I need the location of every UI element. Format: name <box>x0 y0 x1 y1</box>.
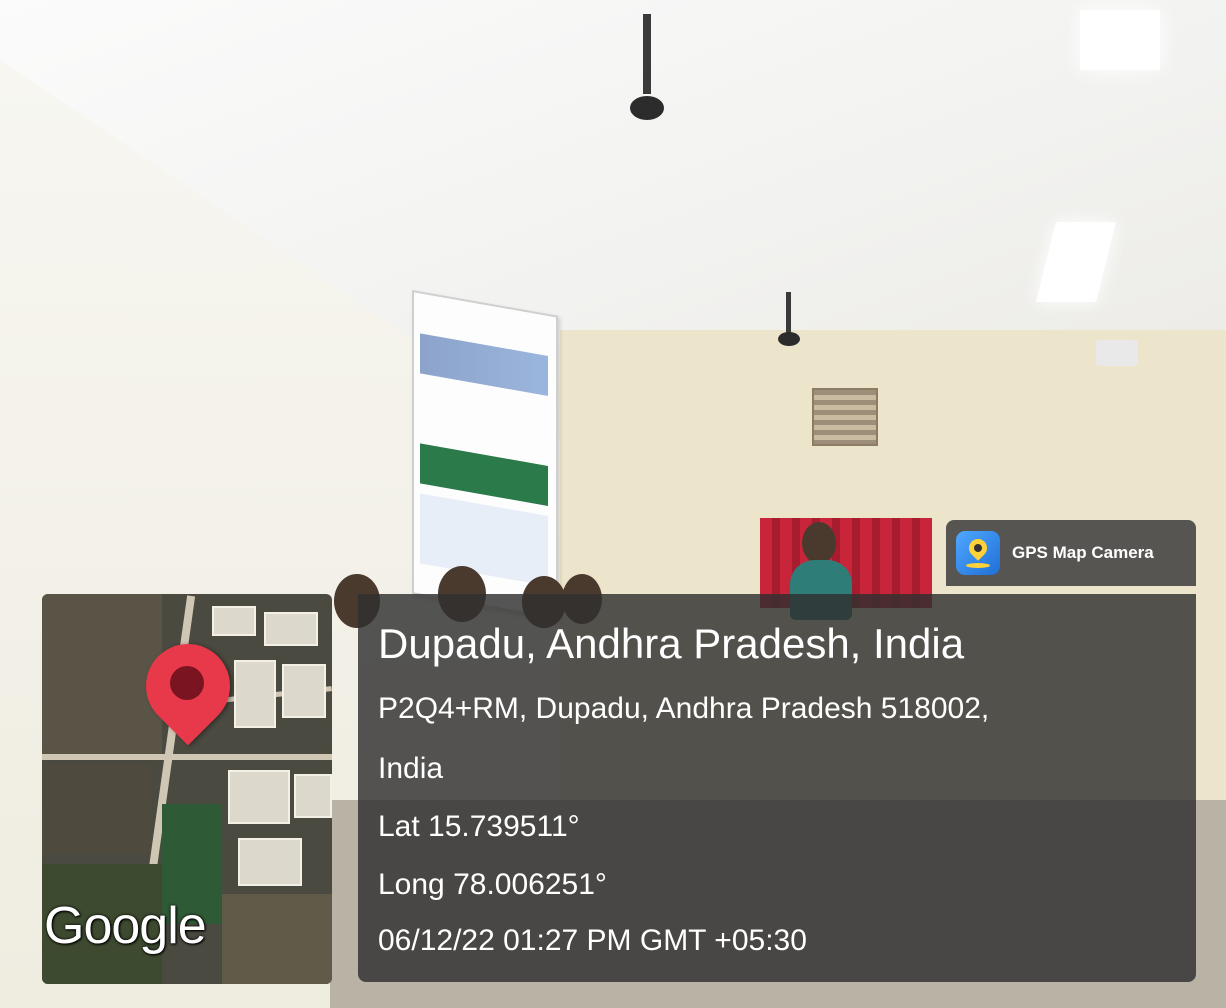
watermark-app-name: GPS Map Camera <box>1012 543 1154 562</box>
person-head <box>802 522 836 564</box>
place-title: Dupadu, Andhra Pradesh, India <box>378 620 965 667</box>
datetime-text: 06/12/22 01:27 PM GMT +05:30 <box>378 924 807 957</box>
latitude-text: Lat 15.739511° <box>378 810 580 843</box>
longitude-text: Long 78.006251° <box>378 868 607 901</box>
google-logo: Google <box>44 897 207 955</box>
ceiling-fan-icon <box>630 14 664 124</box>
location-pin-dot <box>170 666 204 700</box>
gps-camera-pin-icon <box>956 531 1000 575</box>
watermark-badge: GPS Map Camera <box>946 520 1196 586</box>
map-thumbnail: Google <box>42 594 332 984</box>
wall-vent <box>812 388 878 446</box>
wall-banner <box>412 290 558 620</box>
address-line-2: India <box>378 752 444 785</box>
window-light <box>1080 10 1160 70</box>
address-line-1: P2Q4+RM, Dupadu, Andhra Pradesh 518002, <box>378 692 990 725</box>
projector <box>1096 340 1138 366</box>
location-info-panel: Dupadu, Andhra Pradesh, India P2Q4+RM, D… <box>358 594 1196 982</box>
ceiling-fan-icon <box>778 292 800 352</box>
